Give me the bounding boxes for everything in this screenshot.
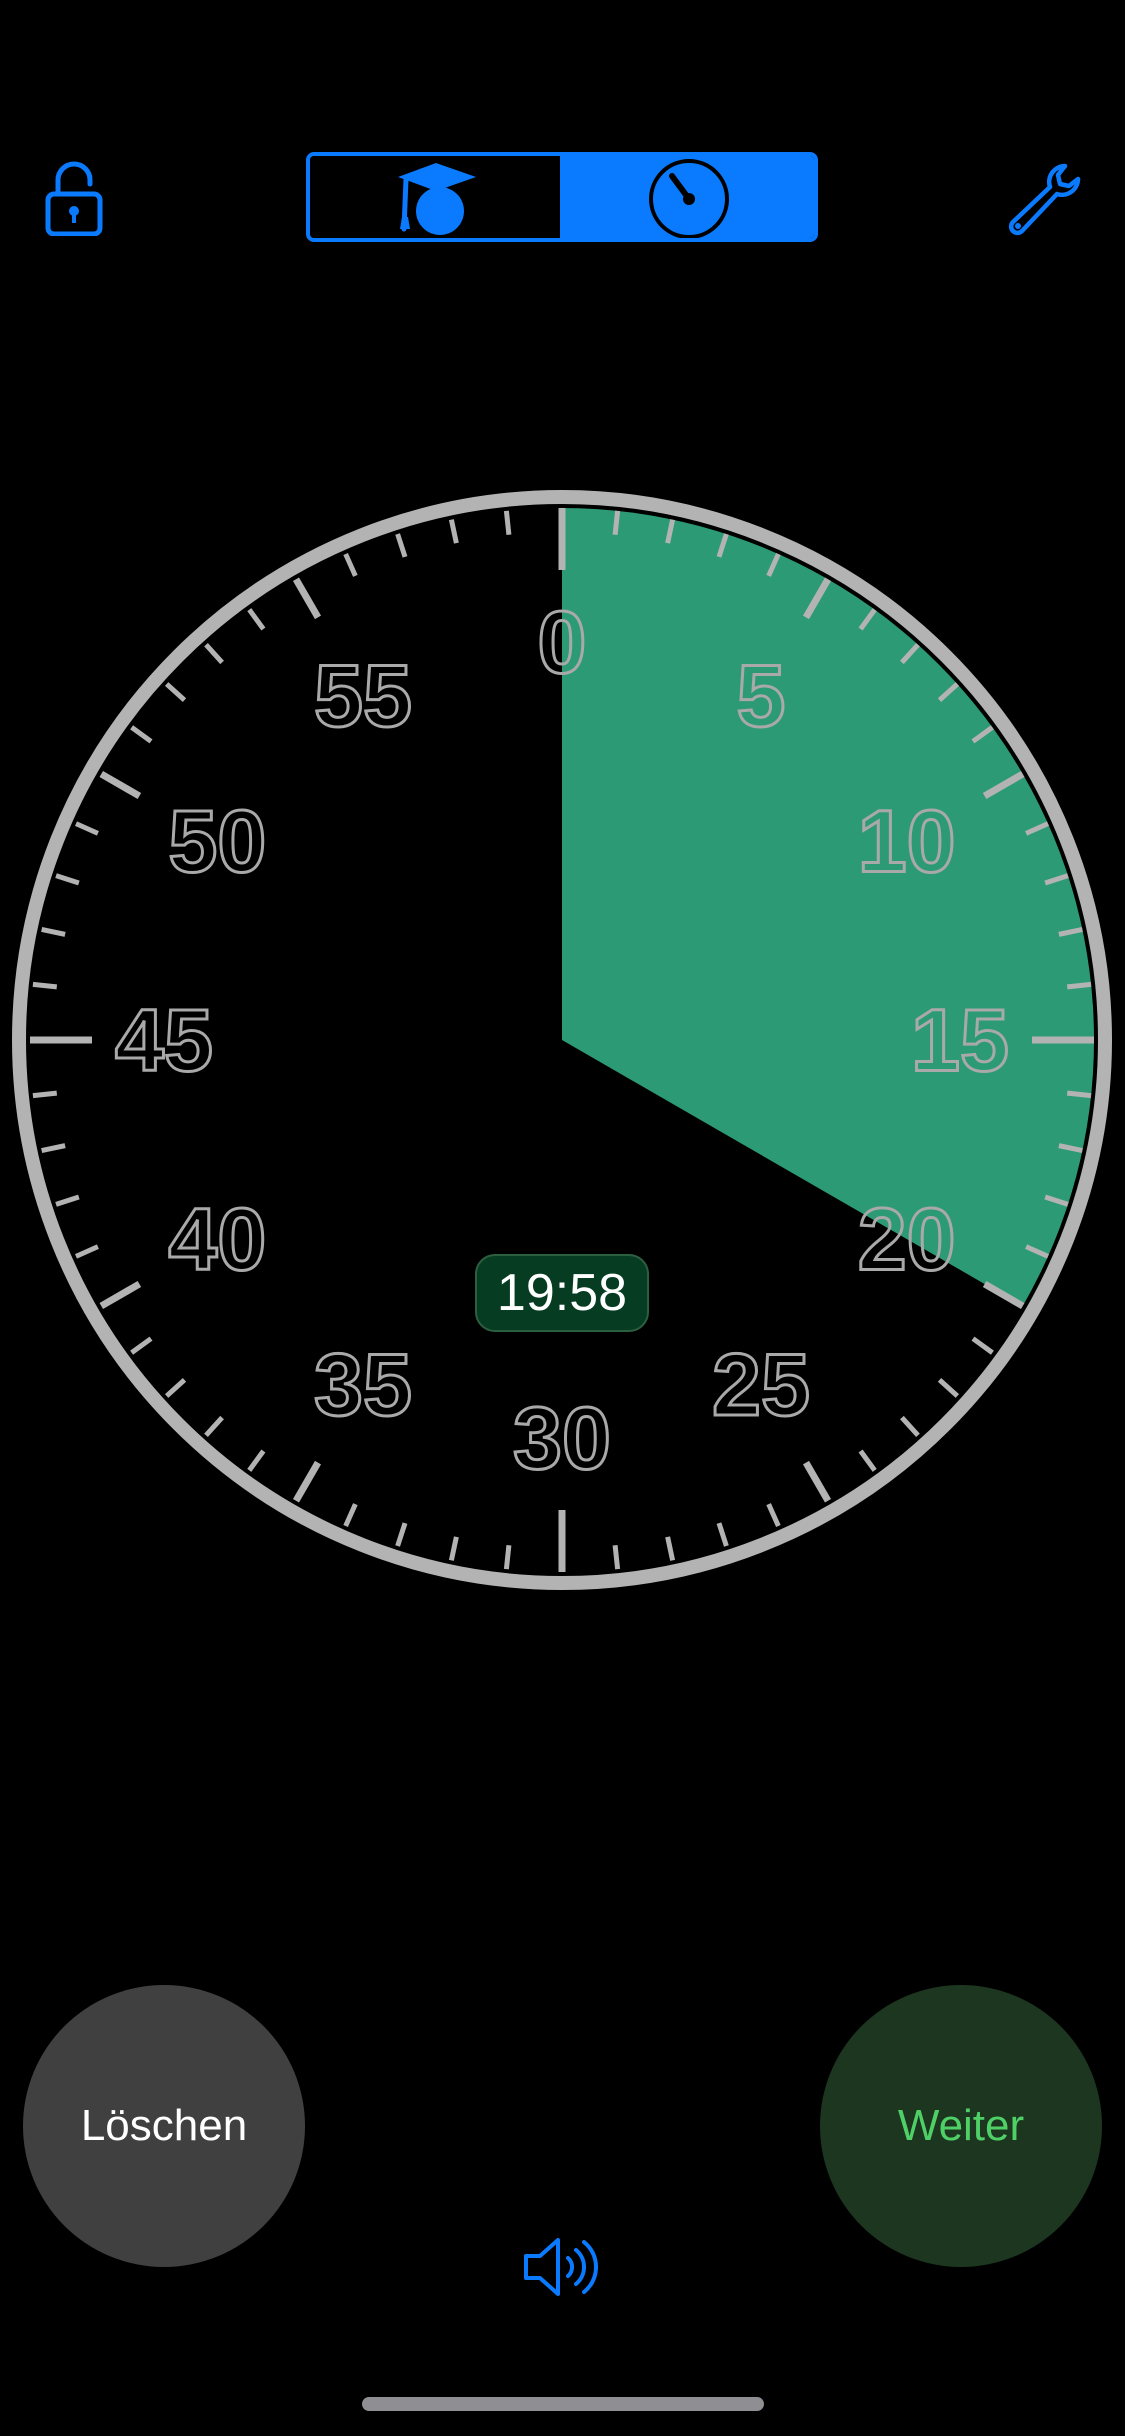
dial-tick	[448, 1536, 459, 1561]
dial-number-15: 15	[911, 991, 1009, 1090]
remaining-time-sector	[562, 508, 1094, 1306]
dial-number-0: 0	[538, 593, 587, 692]
dial-tick	[130, 725, 153, 744]
dial-tick	[74, 821, 99, 836]
dial-tick	[395, 1522, 408, 1547]
dial-tick	[55, 873, 80, 886]
dial-tick	[503, 510, 512, 536]
dial-tick	[802, 1460, 832, 1503]
dial-number-20: 20	[858, 1190, 956, 1289]
dial-tick	[503, 1544, 512, 1570]
clear-button-label: Löschen	[80, 2101, 248, 2150]
dial-tick	[971, 1336, 994, 1355]
mode-segmented-control	[306, 152, 818, 242]
stopwatch-icon	[649, 159, 729, 238]
dial-tick	[900, 1415, 920, 1438]
dial-tick	[130, 1336, 153, 1355]
timer-screen: 0 5 10 15 20 25 30 35 40 45 50 55 19:58 Löschen Wei…	[0, 0, 1125, 2436]
lock-open-icon	[45, 161, 103, 237]
remaining-time-display: 19:58	[475, 1254, 649, 1332]
dial-tick	[292, 577, 322, 620]
dial-tick	[937, 1378, 960, 1398]
tab-learning-mode[interactable]	[310, 156, 564, 238]
dial-tick	[343, 1503, 358, 1528]
dial-tick	[247, 608, 266, 631]
clear-button[interactable]: Löschen	[23, 1985, 305, 2267]
dial-number-45: 45	[115, 991, 213, 1090]
dial-tick	[395, 533, 408, 558]
settings-button[interactable]	[1005, 160, 1085, 236]
dial-tick	[32, 981, 58, 990]
dial-tick	[448, 519, 459, 544]
dial-tick	[1066, 981, 1092, 990]
wrench-icon	[1008, 163, 1081, 236]
lock-button[interactable]	[40, 160, 110, 237]
dial-tick	[612, 510, 621, 536]
dial-tick	[612, 1544, 621, 1570]
dial-tick	[32, 1090, 58, 1099]
dial-number-5: 5	[737, 646, 786, 745]
dial-tick	[55, 1194, 80, 1207]
dial-number-55: 55	[314, 646, 412, 745]
dial-number-50: 50	[168, 792, 266, 891]
dial-tick	[99, 770, 142, 800]
dial-tick	[164, 682, 187, 702]
dial-tick	[858, 1449, 877, 1472]
dial-tick	[204, 642, 224, 665]
speaker-wave-icon	[524, 2238, 598, 2296]
graduation-cap-icon	[398, 163, 476, 235]
home-indicator	[362, 2397, 764, 2411]
dial-number-10: 10	[858, 792, 956, 891]
dial-tick	[164, 1378, 187, 1398]
dial-number-35: 35	[314, 1335, 412, 1434]
dial-tick	[292, 1460, 322, 1503]
continue-button-label: Weiter	[897, 2101, 1025, 2150]
dial-number-25: 25	[712, 1335, 810, 1434]
tab-timer-mode[interactable]	[564, 156, 814, 238]
dial-tick	[247, 1449, 266, 1472]
timer-dial[interactable]: 0 5 10 15 20 25 30 35 40 45 50 55	[0, 470, 1125, 1610]
dial-tick	[41, 926, 66, 937]
dial-tick	[665, 1536, 676, 1561]
dial-tick	[99, 1280, 142, 1310]
dial-number-30: 30	[513, 1389, 611, 1488]
continue-button[interactable]: Weiter	[820, 1985, 1102, 2267]
dial-tick	[716, 1522, 729, 1547]
dial-tick	[1066, 1090, 1092, 1099]
dial-number-40: 40	[168, 1190, 266, 1289]
dial-tick	[204, 1415, 224, 1438]
dial-tick	[74, 1244, 99, 1259]
dial-face: 0 5 10 15 20 25 30 35 40 45 50 55	[12, 490, 1112, 1590]
dial-tick	[41, 1143, 66, 1154]
sound-toggle-button[interactable]	[522, 2232, 598, 2302]
dial-tick	[766, 1503, 781, 1528]
dial-tick	[343, 552, 358, 577]
